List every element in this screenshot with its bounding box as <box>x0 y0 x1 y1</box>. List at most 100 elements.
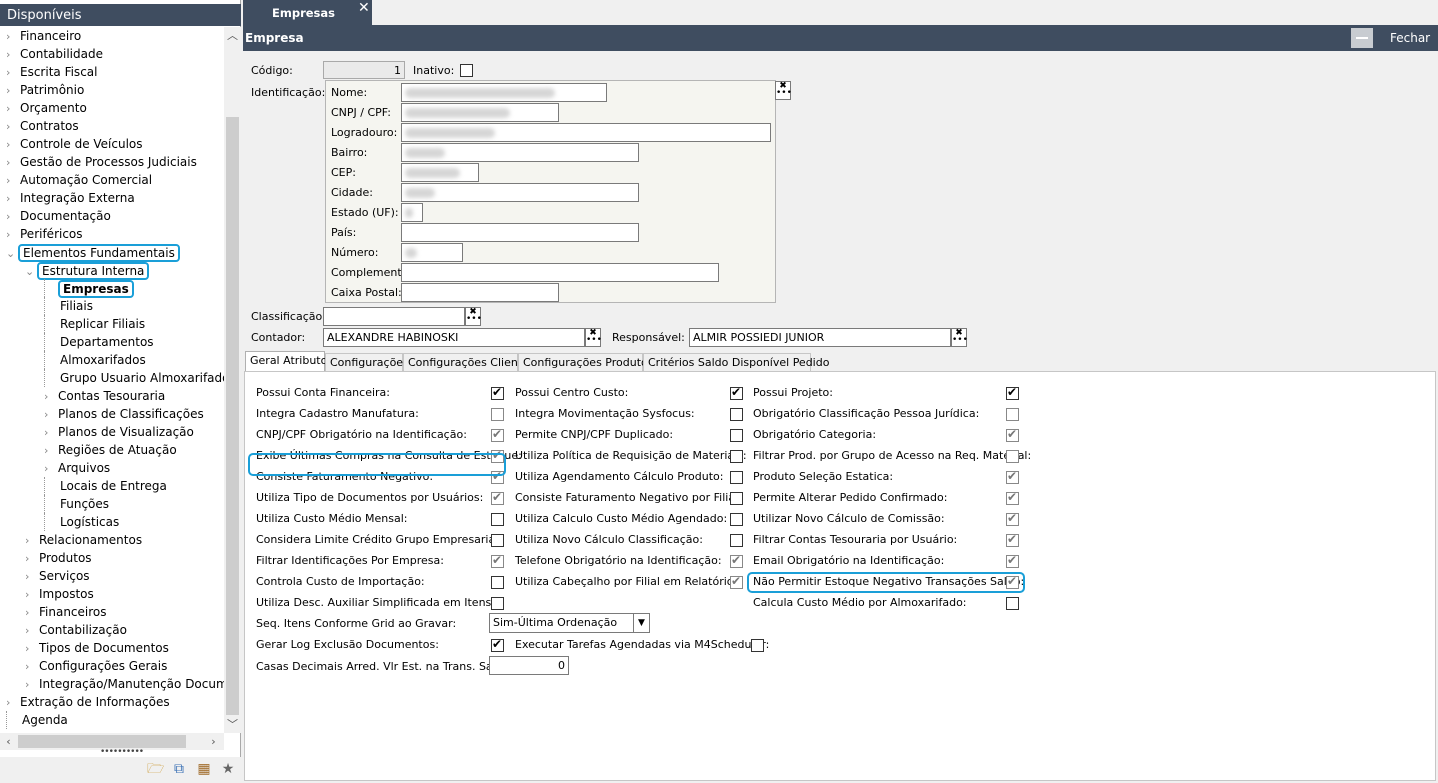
favorite-star-icon[interactable]: ★ <box>220 761 236 777</box>
chevron-right-icon[interactable]: › <box>25 532 37 550</box>
scroll-right-icon[interactable]: › <box>205 733 222 750</box>
attr-checkbox-utiliza-desc-auxiliar-simplificada-em-itens[interactable] <box>491 597 504 610</box>
chevron-right-icon[interactable]: › <box>6 64 18 82</box>
chevron-right-icon[interactable]: › <box>6 154 18 172</box>
ident-field-logradouro[interactable] <box>401 123 771 142</box>
tree-item-funcoes[interactable]: Funções <box>44 495 111 513</box>
tree-item-regioes-de-atuacao[interactable]: › Regiões de Atuação <box>44 441 179 459</box>
tree-item-contas-tesouraria[interactable]: › Contas Tesouraria <box>44 387 167 405</box>
chevron-right-icon[interactable]: › <box>25 658 37 676</box>
tree-item-integracao-externa[interactable]: › Integração Externa <box>6 189 137 207</box>
chevron-right-icon[interactable]: › <box>25 640 37 658</box>
contador-lookup-button[interactable]: ✖ ••• <box>585 328 602 347</box>
chevron-right-icon[interactable]: › <box>25 604 37 622</box>
attr-checkbox-telefone-obrigatorio-na-identificacao[interactable] <box>730 553 743 568</box>
tree-item-grupo-usuario-almoxarifado[interactable]: Grupo Usuario Almoxarifado <box>44 369 224 387</box>
open-folder-icon[interactable]: 🗁 <box>147 761 164 777</box>
chevron-right-icon[interactable]: › <box>6 82 18 100</box>
attr-checkbox-permite-alterar-pedido-confirmado[interactable] <box>1006 490 1019 505</box>
tree-item-planos-de-visualizacao[interactable]: › Planos de Visualização <box>44 423 196 441</box>
chevron-down-icon[interactable]: ⌄ <box>25 263 37 281</box>
identificacao-lookup-button[interactable]: ✖ ••• <box>775 81 792 100</box>
tree-item-departamentos[interactable]: Departamentos <box>44 333 156 351</box>
attr-checkbox-considera-limite-credito-grupo-empresarial[interactable] <box>491 534 504 547</box>
splitter-grip[interactable]: •••••••••• <box>100 747 144 757</box>
chevron-down-icon[interactable]: ⌄ <box>6 245 18 263</box>
ident-field-nome[interactable] <box>401 83 607 102</box>
tree-item-contratos[interactable]: › Contratos <box>6 117 81 135</box>
tree-item-gestao-de-processos-judiciais[interactable]: › Gestão de Processos Judiciais <box>6 153 199 171</box>
tree-item-filiais[interactable]: Filiais <box>44 297 95 315</box>
responsavel-field[interactable]: ALMIR POSSIEDI JUNIOR <box>689 328 951 347</box>
tree-item-relacionamentos[interactable]: › Relacionamentos <box>25 531 144 549</box>
attr-checkbox-utiliza-politica-de-requisicao-de-materiais[interactable] <box>730 450 743 463</box>
minimize-button[interactable] <box>1351 28 1373 48</box>
attr-checkbox-obrigatorio-classificacao-pessoa-juridica[interactable] <box>1006 408 1019 421</box>
tree-item-produtos[interactable]: › Produtos <box>25 549 94 567</box>
chevron-right-icon[interactable]: › <box>6 172 18 190</box>
chevron-right-icon[interactable]: › <box>44 388 56 406</box>
tree-item-tipos-de-documentos[interactable]: › Tipos de Documentos <box>25 639 171 657</box>
ident-field-caixa-postal[interactable] <box>401 283 559 302</box>
subtab-configuracoes[interactable]: Configurações <box>325 353 409 372</box>
tree-item-configuracoes-gerais[interactable]: › Configurações Gerais <box>25 657 169 675</box>
attr-checkbox-possui-projeto[interactable] <box>1006 385 1019 400</box>
attr-checkbox-possui-centro-custo[interactable] <box>730 385 743 400</box>
classificacao-lookup-button[interactable]: ✖ ••• <box>465 307 482 326</box>
ident-field-cnpj-cpf[interactable] <box>401 103 559 122</box>
tree-item-servicos[interactable]: › Serviços <box>25 567 92 585</box>
chevron-down-icon[interactable]: ▼ <box>633 614 649 632</box>
calendar-icon[interactable]: ▦ <box>196 761 212 777</box>
scroll-left-icon[interactable]: ‹ <box>0 733 17 750</box>
ident-field-cidade[interactable] <box>401 183 639 202</box>
attr-checkbox-filtrar-prod-por-grupo-de-acesso-na-req-material[interactable] <box>1006 450 1019 463</box>
attr-checkbox-utiliza-novo-calculo-classificacao[interactable] <box>730 534 743 547</box>
tree-item-replicar-filiais[interactable]: Replicar Filiais <box>44 315 147 333</box>
scroll-up-icon[interactable]: ︿ <box>224 27 241 44</box>
contador-field[interactable]: ALEXANDRE HABINOSKI <box>323 328 585 347</box>
attr-checkbox-produto-selecao-estatica[interactable] <box>1006 469 1019 484</box>
attr-checkbox-integra-movimentacao-sysfocus[interactable] <box>730 408 743 421</box>
ident-field-complemento[interactable] <box>401 263 719 282</box>
chevron-right-icon[interactable]: › <box>44 406 56 424</box>
attr-checkbox-consiste-faturamento-negativo-por-filial[interactable] <box>730 492 743 505</box>
attr-checkbox-permite-cnpj-cpf-duplicado[interactable] <box>730 429 743 442</box>
ident-field-cep[interactable] <box>401 163 479 182</box>
chevron-right-icon[interactable]: › <box>44 460 56 478</box>
attr-checkbox-integra-cadastro-manufatura[interactable] <box>491 408 504 421</box>
ident-field-bairro[interactable] <box>401 143 639 162</box>
chevron-right-icon[interactable]: › <box>25 568 37 586</box>
attr-checkbox-calcula-custo-medio-por-almoxarifado[interactable] <box>1006 597 1019 610</box>
subtab-geral-atributos[interactable]: Geral Atributos <box>245 351 333 372</box>
attr-checkbox-utiliza-agendamento-calculo-produto[interactable] <box>730 471 743 484</box>
tree-item-impostos[interactable]: › Impostos <box>25 585 96 603</box>
chevron-right-icon[interactable]: › <box>6 46 18 64</box>
casas-decimais-field[interactable]: 0 <box>489 656 569 675</box>
chevron-right-icon[interactable]: › <box>44 442 56 460</box>
tree-item-escrita-fiscal[interactable]: › Escrita Fiscal <box>6 63 99 81</box>
chevron-right-icon[interactable]: › <box>44 424 56 442</box>
tree-item-controle-de-veiculos[interactable]: › Controle de Veículos <box>6 135 145 153</box>
tree-item-elementos-fundamentais[interactable]: ⌄ Elementos Fundamentais <box>6 243 180 263</box>
responsavel-lookup-button[interactable]: ✖ ••• <box>951 328 968 347</box>
tab-empresas[interactable]: Empresas ✕ <box>243 0 372 25</box>
close-tab-icon[interactable]: ✕ <box>358 0 370 16</box>
ident-field-numero[interactable] <box>401 243 463 262</box>
tree-item-automacao-comercial[interactable]: › Automação Comercial <box>6 171 154 189</box>
chevron-right-icon[interactable]: › <box>6 118 18 136</box>
tree-item-logisticas[interactable]: Logísticas <box>44 513 121 531</box>
gerar-log-checkbox[interactable] <box>491 637 504 652</box>
copy-icon[interactable]: ⧉ <box>171 761 187 777</box>
seq-itens-dropdown[interactable]: Sim-Última Ordenação ▼ <box>489 613 650 633</box>
tree-item-orcamento[interactable]: › Orçamento <box>6 99 89 117</box>
tree-item-extracao-de-informacoes[interactable]: › Extração de Informações <box>6 693 172 711</box>
codigo-field[interactable]: 1 <box>323 61 405 79</box>
inativo-checkbox[interactable] <box>460 64 473 77</box>
subtab-criterios-saldo-disponivel-pedido[interactable]: Critérios Saldo Disponível Pedido <box>643 353 829 372</box>
tree-item-patrimonio[interactable]: › Patrimônio <box>6 81 86 99</box>
attr-checkbox-email-obrigatorio-na-identificacao[interactable] <box>1006 553 1019 568</box>
chevron-right-icon[interactable]: › <box>6 694 18 712</box>
tree-item-planos-de-classificacoes[interactable]: › Planos de Classificações <box>44 405 206 423</box>
tree-item-estrutura-interna[interactable]: ⌄ Estrutura Interna <box>25 261 150 281</box>
attr-checkbox-utiliza-calculo-custo-medio-agendado[interactable] <box>730 513 743 526</box>
